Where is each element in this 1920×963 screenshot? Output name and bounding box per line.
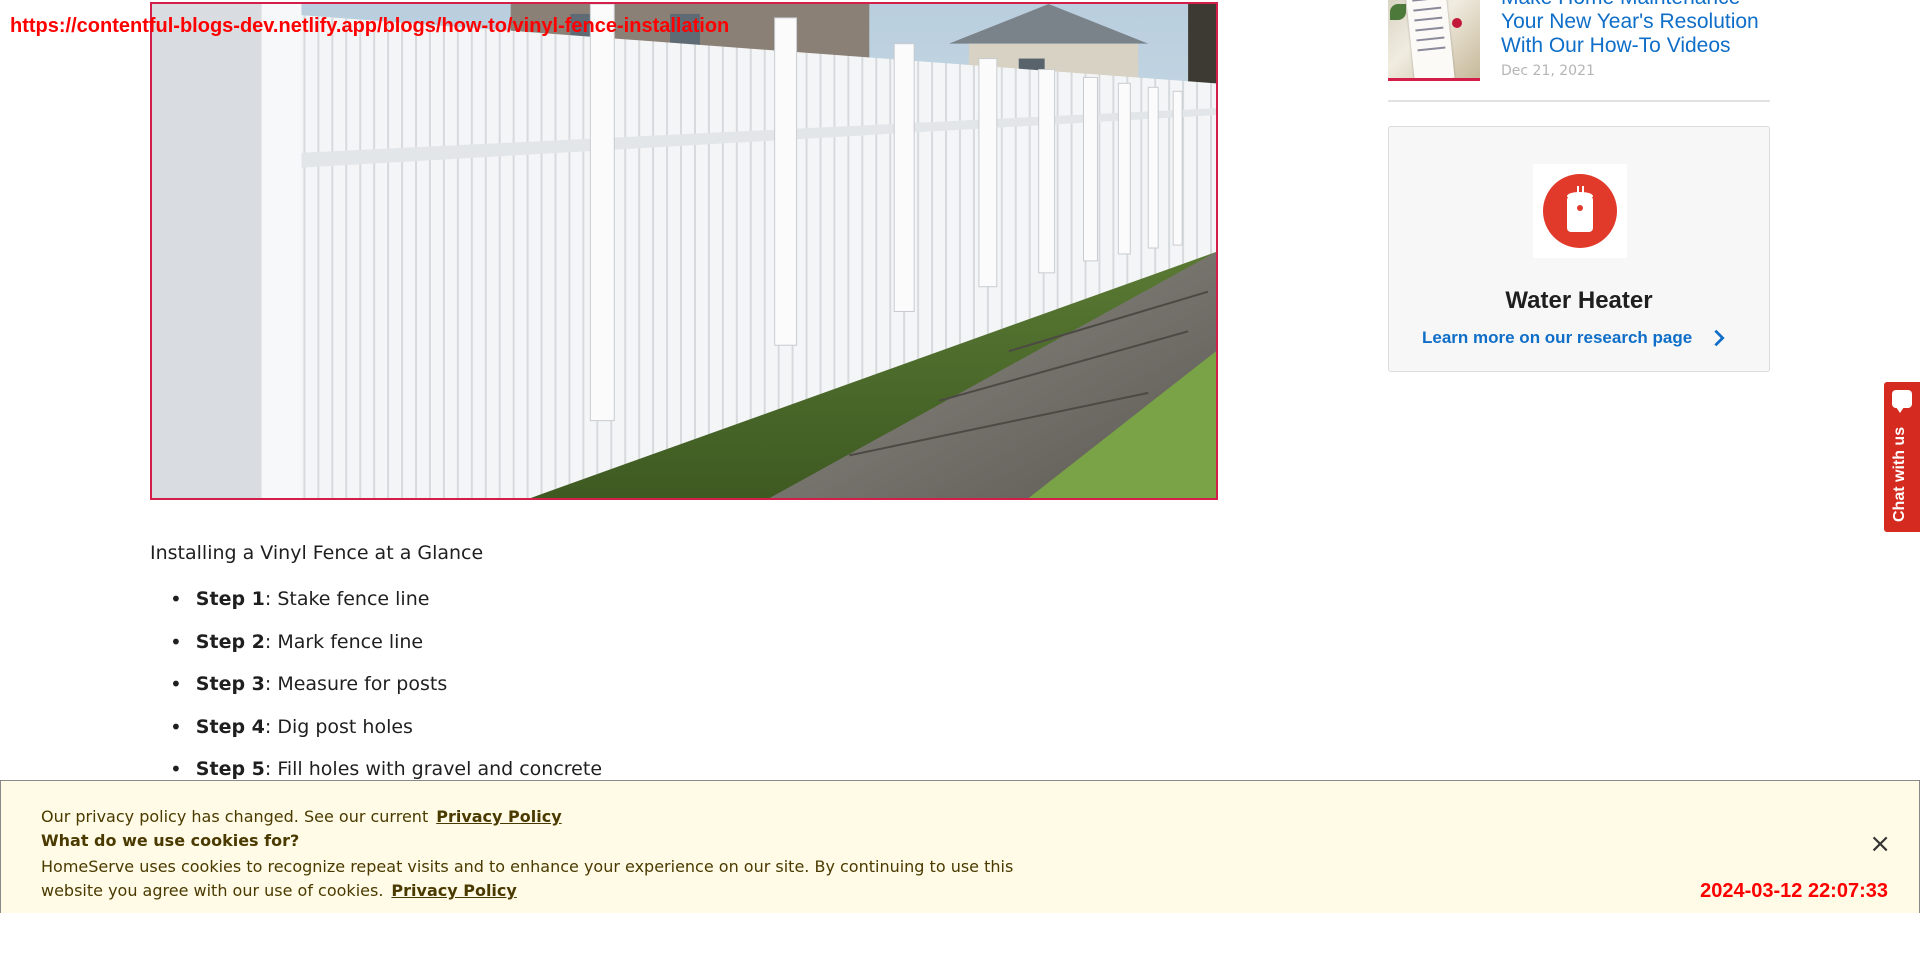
step-label: Step 3 (195, 673, 265, 696)
step-text: : Measure for posts (264, 673, 448, 696)
chat-label[interactable]: Chat with us (1891, 427, 1909, 522)
cookie-policy-text: Our privacy policy has changed. See our … (41, 807, 429, 826)
step-text: : Fill holes with gravel and concrete (264, 758, 603, 781)
related-article-date: Dec 21, 2021 (1501, 63, 1595, 79)
step-label: Step 1 (195, 588, 265, 611)
related-article[interactable]: Make Home Maintenance Your New Year's Re… (1388, 0, 1770, 102)
page-bottom-blank (0, 913, 1920, 963)
hero-image-vinyl-fence (150, 2, 1218, 500)
related-article-title[interactable]: Make Home Maintenance Your New Year's Re… (1501, 0, 1766, 58)
cookie-banner: Our privacy policy has changed. See our … (0, 780, 1920, 913)
timestamp-overlay: 2024-03-12 22:07:33 (1700, 880, 1888, 902)
list-item: Step 3: Measure for posts (170, 663, 602, 706)
step-label: Step 2 (195, 630, 265, 653)
step-label: Step 4 (195, 715, 265, 738)
cookie-description: HomeServe uses cookies to recognize repe… (41, 855, 1041, 903)
water-heater-icon (1543, 174, 1617, 248)
leaf-decoration (1390, 4, 1406, 20)
list-item: Step 1: Stake fence line (170, 578, 602, 621)
chat-bubble-icon (1892, 390, 1912, 413)
cookie-question: What do we use cookies for? (41, 831, 300, 850)
card-title: Water Heater (1505, 287, 1653, 314)
fence-illustration (152, 4, 1216, 498)
cookie-description-text: HomeServe uses cookies to recognize repe… (41, 857, 1014, 900)
research-page-link[interactable]: Learn more on our research page (1422, 327, 1730, 349)
berry-decoration (1452, 18, 1462, 28)
step-text: : Mark fence line (264, 630, 424, 653)
list-item: Step 2: Mark fence line (170, 621, 602, 664)
privacy-policy-link[interactable]: Privacy Policy (436, 807, 561, 826)
chat-with-us-tab[interactable]: Chat with us (1884, 382, 1920, 532)
research-card: Water Heater Learn more on our research … (1388, 126, 1770, 372)
chevron-right-icon (1714, 329, 1725, 347)
step-text: : Stake fence line (264, 588, 430, 611)
paper-list-image (1405, 0, 1455, 78)
privacy-policy-link-2[interactable]: Privacy Policy (391, 881, 516, 900)
glance-heading: Installing a Vinyl Fence at a Glance (150, 542, 484, 564)
list-item: Step 4: Dig post holes (170, 706, 602, 749)
water-heater-icon-box (1533, 164, 1627, 258)
url-overlay: https://contentful-blogs-dev.netlify.app… (10, 15, 730, 37)
cookie-policy-line: Our privacy policy has changed. See our … (41, 807, 562, 826)
step-label: Step 5 (195, 758, 265, 781)
research-link-label[interactable]: Learn more on our research page (1422, 328, 1692, 348)
steps-list: Step 1: Stake fence line Step 2: Mark fe… (170, 578, 602, 791)
related-article-thumbnail[interactable] (1388, 0, 1480, 81)
step-text: : Dig post holes (264, 715, 413, 738)
close-icon[interactable]: × (1869, 831, 1891, 857)
